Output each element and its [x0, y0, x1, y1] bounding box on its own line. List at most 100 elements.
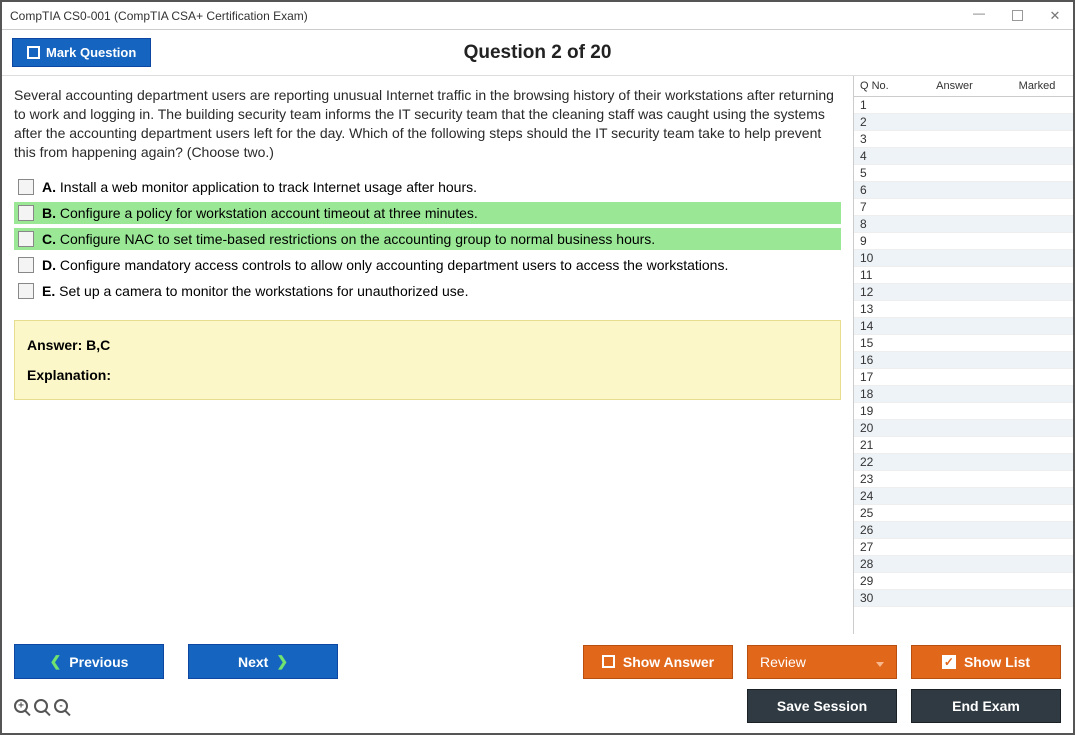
mark-question-button[interactable]: Mark Question: [12, 38, 151, 67]
nav-qno: 6: [860, 183, 902, 197]
nav-row[interactable]: 14: [854, 318, 1073, 335]
footer: ❮ Previous Next ❯ Show Answer Review: [2, 634, 1073, 733]
nav-qno: 17: [860, 370, 902, 384]
nav-col-answer: Answer: [902, 80, 1007, 92]
nav-header: Q No. Answer Marked: [854, 76, 1073, 97]
nav-qno: 19: [860, 404, 902, 418]
next-button[interactable]: Next ❯: [188, 644, 338, 679]
nav-qno: 10: [860, 251, 902, 265]
checkbox-icon[interactable]: [18, 231, 34, 247]
option-row[interactable]: E. Set up a camera to monitor the workst…: [14, 280, 841, 302]
option-text: C. Configure NAC to set time-based restr…: [42, 231, 655, 247]
nav-qno: 2: [860, 115, 902, 129]
close-icon[interactable]: [1045, 6, 1065, 26]
nav-row[interactable]: 16: [854, 352, 1073, 369]
nav-buttons: ❮ Previous Next ❯: [14, 644, 338, 679]
nav-row[interactable]: 27: [854, 539, 1073, 556]
nav-row[interactable]: 4: [854, 148, 1073, 165]
nav-qno: 14: [860, 319, 902, 333]
option-row[interactable]: C. Configure NAC to set time-based restr…: [14, 228, 841, 250]
answer-line: Answer: B,C: [27, 337, 828, 353]
app-window: CompTIA CS0-001 (CompTIA CSA+ Certificat…: [0, 0, 1075, 735]
option-row[interactable]: A. Install a web monitor application to …: [14, 176, 841, 198]
nav-row[interactable]: 25: [854, 505, 1073, 522]
nav-qno: 12: [860, 285, 902, 299]
question-stem: Several accounting department users are …: [14, 86, 841, 162]
save-session-button[interactable]: Save Session: [747, 689, 897, 723]
nav-row[interactable]: 18: [854, 386, 1073, 403]
nav-row[interactable]: 21: [854, 437, 1073, 454]
nav-row[interactable]: 5: [854, 165, 1073, 182]
explanation-label: Explanation:: [27, 367, 828, 383]
body-row: Several accounting department users are …: [2, 75, 1073, 634]
action-buttons-2: Save Session End Exam: [747, 689, 1061, 723]
nav-row[interactable]: 22: [854, 454, 1073, 471]
zoom-in-icon[interactable]: +: [14, 699, 28, 713]
nav-row[interactable]: 28: [854, 556, 1073, 573]
nav-col-qno: Q No.: [860, 80, 902, 92]
nav-row[interactable]: 23: [854, 471, 1073, 488]
nav-row[interactable]: 17: [854, 369, 1073, 386]
nav-row[interactable]: 13: [854, 301, 1073, 318]
checkbox-checked-icon: ✓: [942, 655, 956, 669]
checkbox-icon[interactable]: [18, 179, 34, 195]
nav-row[interactable]: 19: [854, 403, 1073, 420]
nav-row[interactable]: 3: [854, 131, 1073, 148]
chevron-right-icon: ❯: [276, 653, 288, 670]
nav-row[interactable]: 30: [854, 590, 1073, 607]
footer-row-1: ❮ Previous Next ❯ Show Answer Review: [14, 644, 1061, 679]
nav-qno: 4: [860, 149, 902, 163]
nav-row[interactable]: 12: [854, 284, 1073, 301]
header-row: Mark Question Question 2 of 20: [2, 30, 1073, 75]
checkbox-icon[interactable]: [18, 283, 34, 299]
minimize-icon[interactable]: [969, 6, 989, 26]
nav-row[interactable]: 8: [854, 216, 1073, 233]
option-row[interactable]: B. Configure a policy for workstation ac…: [14, 202, 841, 224]
end-exam-button[interactable]: End Exam: [911, 689, 1061, 723]
nav-row[interactable]: 1: [854, 97, 1073, 114]
previous-button[interactable]: ❮ Previous: [14, 644, 164, 679]
zoom-reset-icon[interactable]: [34, 699, 48, 713]
nav-row[interactable]: 26: [854, 522, 1073, 539]
window-controls: [969, 6, 1065, 26]
nav-qno: 30: [860, 591, 902, 605]
checkbox-icon[interactable]: [18, 205, 34, 221]
dropdown-icon: [870, 654, 884, 670]
question-nav-panel: Q No. Answer Marked 12345678910111213141…: [853, 76, 1073, 634]
nav-row[interactable]: 29: [854, 573, 1073, 590]
nav-qno: 3: [860, 132, 902, 146]
nav-body[interactable]: 1234567891011121314151617181920212223242…: [854, 97, 1073, 634]
nav-qno: 8: [860, 217, 902, 231]
window-title: CompTIA CS0-001 (CompTIA CSA+ Certificat…: [10, 9, 308, 23]
nav-row[interactable]: 11: [854, 267, 1073, 284]
nav-row[interactable]: 7: [854, 199, 1073, 216]
footer-row-2: + - Save Session End Exam: [14, 689, 1061, 723]
nav-row[interactable]: 6: [854, 182, 1073, 199]
option-text: B. Configure a policy for workstation ac…: [42, 205, 478, 221]
option-text: D. Configure mandatory access controls t…: [42, 257, 728, 273]
show-answer-button[interactable]: Show Answer: [583, 645, 733, 679]
nav-qno: 11: [860, 268, 902, 282]
review-button[interactable]: Review: [747, 645, 897, 679]
nav-row[interactable]: 10: [854, 250, 1073, 267]
maximize-icon[interactable]: [1007, 6, 1027, 26]
checkbox-icon[interactable]: [18, 257, 34, 273]
chevron-left-icon: ❮: [50, 653, 62, 670]
nav-qno: 22: [860, 455, 902, 469]
nav-row[interactable]: 2: [854, 114, 1073, 131]
option-row[interactable]: D. Configure mandatory access controls t…: [14, 254, 841, 276]
nav-qno: 1: [860, 98, 902, 112]
nav-qno: 18: [860, 387, 902, 401]
nav-row[interactable]: 24: [854, 488, 1073, 505]
nav-qno: 7: [860, 200, 902, 214]
nav-qno: 21: [860, 438, 902, 452]
show-list-button[interactable]: ✓ Show List: [911, 645, 1061, 679]
mark-question-label: Mark Question: [46, 45, 136, 60]
checkbox-icon: [27, 46, 40, 59]
nav-row[interactable]: 9: [854, 233, 1073, 250]
nav-qno: 29: [860, 574, 902, 588]
nav-row[interactable]: 20: [854, 420, 1073, 437]
nav-row[interactable]: 15: [854, 335, 1073, 352]
nav-qno: 9: [860, 234, 902, 248]
zoom-out-icon[interactable]: -: [54, 699, 68, 713]
